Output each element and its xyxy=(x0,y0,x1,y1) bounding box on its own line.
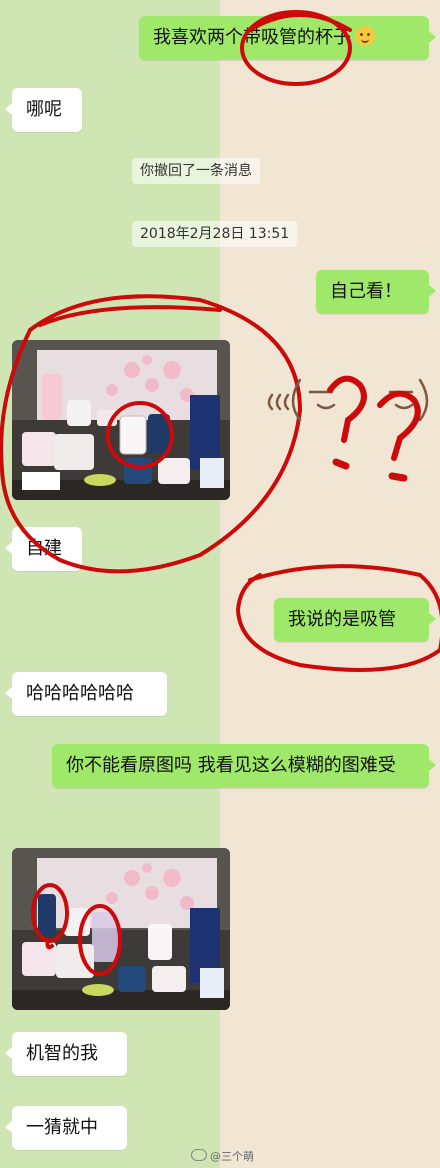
chat-image-cups-display[interactable] xyxy=(12,340,230,500)
message-text: 我说的是吸管 xyxy=(288,609,396,630)
weibo-icon xyxy=(191,1149,207,1161)
message-text: 你不能看原图吗 我看见这么模糊的图难受 xyxy=(66,755,396,776)
watermark: @三个萌 xyxy=(191,1148,254,1164)
message-bubble-incoming[interactable]: 哪呢 xyxy=(5,88,82,132)
message-bubble-outgoing[interactable]: 你不能看原图吗 我看见这么模糊的图难受 xyxy=(52,744,436,788)
message-bubble-outgoing[interactable]: 我喜欢两个带吸管的杯子 xyxy=(139,16,436,60)
chat-image-cups-display-marked[interactable] xyxy=(12,848,230,1010)
message-text: 自己看！ xyxy=(330,281,402,302)
system-notice-recalled: 你撤回了一条消息 xyxy=(132,158,260,184)
smiling-face-emoji xyxy=(355,26,375,46)
cups-shelf-photo xyxy=(12,848,230,1010)
message-bubble-incoming[interactable]: 机智的我 xyxy=(5,1032,127,1076)
cups-shelf-photo xyxy=(12,340,230,500)
message-text: 哪呢 xyxy=(26,99,62,120)
message-text: 我喜欢两个带吸管的杯子 xyxy=(153,27,351,48)
message-bubble-outgoing[interactable]: 我说的是吸管 xyxy=(274,598,436,642)
message-text: 一猜就中 xyxy=(26,1117,98,1138)
message-bubble-outgoing[interactable]: 自己看！ xyxy=(316,270,436,314)
timestamp-label: 2018年2月28日 13:51 xyxy=(132,221,298,247)
message-text: 哈哈哈哈哈哈 xyxy=(26,683,134,704)
message-text: 自建 xyxy=(26,538,62,559)
message-bubble-incoming[interactable]: 自建 xyxy=(5,527,82,571)
message-bubble-incoming[interactable]: 哈哈哈哈哈哈 xyxy=(5,672,167,716)
message-bubble-incoming[interactable]: 一猜就中 xyxy=(5,1106,127,1150)
message-text: 机智的我 xyxy=(26,1043,98,1064)
